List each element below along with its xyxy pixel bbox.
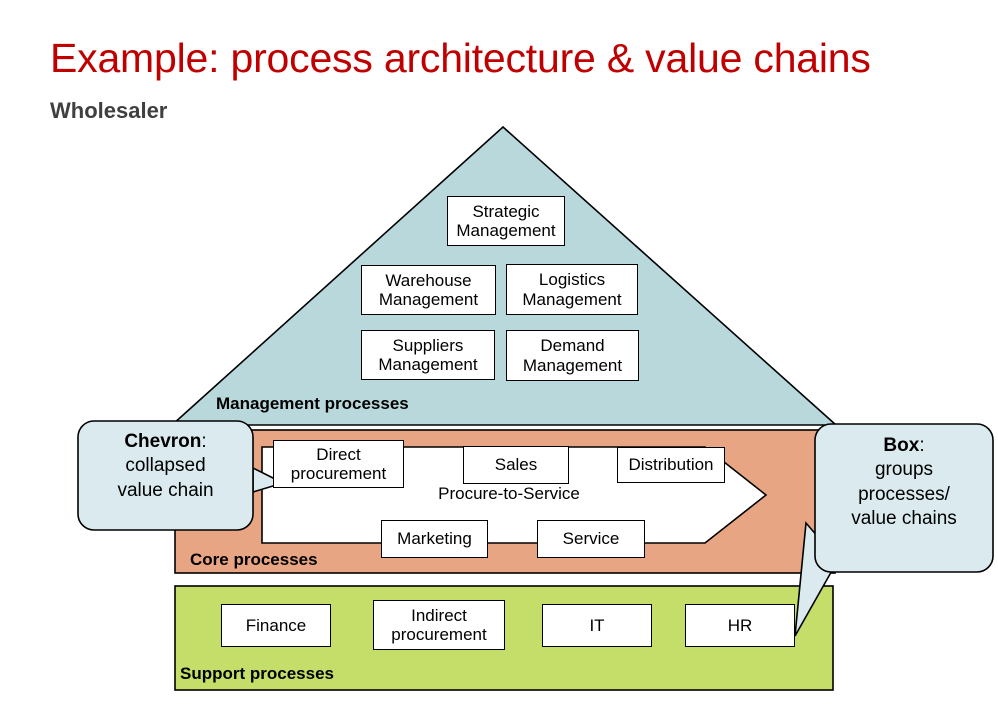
management-processes-caption: Management processes <box>216 394 409 413</box>
process-box-demand-management[interactable]: Demand Management <box>506 330 639 381</box>
chevron-callout-line-3: value chain <box>117 479 214 501</box>
chevron-callout-text: Chevron: collapsed value chain <box>80 430 251 503</box>
process-box-warehouse-management[interactable]: Warehouse Management <box>361 265 496 315</box>
box-line-1: HR <box>727 615 753 635</box>
box-line-2: Management <box>378 355 478 374</box>
process-box-sales[interactable]: Sales <box>463 446 569 484</box>
box-callout-line-2: groups <box>874 459 934 481</box>
process-box-finance[interactable]: Finance <box>221 604 331 647</box>
box-line-1: Suppliers <box>392 335 464 355</box>
chevron-callout-line-2: collapsed <box>125 455 206 477</box>
process-box-logistics-management[interactable]: Logistics Management <box>506 264 638 315</box>
box-line-1: Service <box>562 529 620 549</box>
chevron-callout-colon: : <box>201 431 207 452</box>
process-box-distribution[interactable]: Distribution <box>617 447 725 483</box>
box-line-2: Management <box>456 221 556 240</box>
slide-canvas: Example: process architecture & value ch… <box>0 0 998 721</box>
box-callout-line-4: value chains <box>851 507 957 529</box>
box-line-2: Management <box>378 290 479 309</box>
box-line-1: Strategic <box>472 201 540 221</box>
box-line-1: Distribution <box>628 455 714 475</box>
box-line-1: Finance <box>245 615 307 635</box>
box-callout-text: Box: groups processes/ value chains <box>817 434 991 531</box>
box-line-1: Indirect <box>411 605 467 625</box>
box-callout-heading: Box <box>883 435 920 456</box>
process-box-strategic-management[interactable]: Strategic Management <box>447 196 565 246</box>
value-chain-label: Procure-to-Service <box>438 484 580 503</box>
box-callout-colon: : <box>919 435 925 456</box>
process-box-marketing[interactable]: Marketing <box>381 520 488 558</box>
box-line-2: Management <box>522 355 623 375</box>
box-line-1: IT <box>589 615 605 635</box>
box-line-2: Management <box>522 289 622 309</box>
process-box-indirect-procurement[interactable]: Indirect procurement <box>373 600 505 650</box>
box-line-1: Marketing <box>397 529 472 549</box>
box-line-1: Warehouse <box>385 270 472 290</box>
support-processes-caption: Support processes <box>180 664 334 683</box>
process-box-it[interactable]: IT <box>542 604 652 647</box>
box-line-1: Logistics <box>538 270 606 290</box>
box-callout-line-3: processes/ <box>858 483 950 505</box>
process-box-hr[interactable]: HR <box>685 604 795 647</box>
core-processes-caption: Core processes <box>190 550 318 569</box>
box-line-2: procurement <box>290 464 387 483</box>
box-line-1: Direct <box>316 444 361 464</box>
process-box-suppliers-management[interactable]: Suppliers Management <box>361 330 495 380</box>
chevron-callout-heading: Chevron <box>124 431 202 452</box>
management-pyramid <box>169 125 839 426</box>
box-line-1: Demand <box>540 336 605 356</box>
box-line-2: procurement <box>391 625 487 644</box>
process-box-service[interactable]: Service <box>537 520 645 558</box>
box-line-1: Sales <box>494 455 538 475</box>
process-box-direct-procurement[interactable]: Direct procurement <box>273 440 404 488</box>
